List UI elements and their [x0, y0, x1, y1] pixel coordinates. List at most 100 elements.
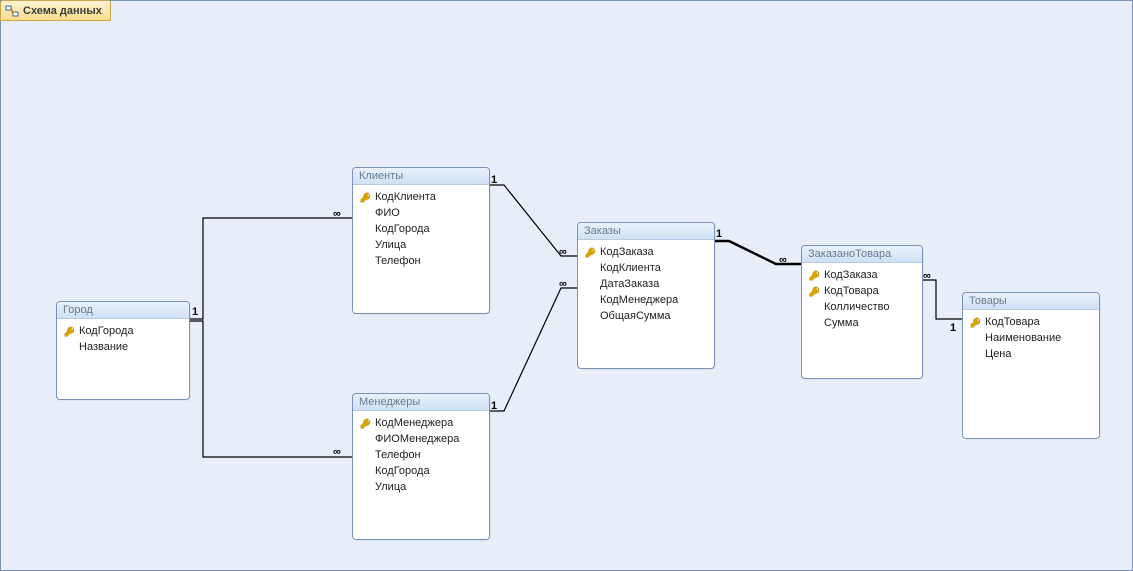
field-row[interactable]: Сумма [802, 315, 922, 331]
key-slot-empty [584, 278, 596, 290]
field-row[interactable]: Телефон [353, 447, 489, 463]
key-slot-empty [359, 433, 371, 445]
relationships-icon [5, 4, 19, 18]
table-body: КодМенеджера ФИОМенеджера Телефон КодГорода… [353, 411, 489, 539]
tab-schema[interactable]: Схема данных [0, 0, 111, 21]
primary-key-icon [359, 417, 371, 429]
field-name: Колличество [824, 300, 890, 314]
cardinality-one: 1 [192, 306, 198, 318]
field-name: ФИОМенеджера [375, 432, 459, 446]
field-row[interactable]: КодГорода [353, 463, 489, 479]
field-row[interactable]: Улица [353, 237, 489, 253]
field-name: ФИО [375, 206, 400, 220]
cardinality-many: ∞ [333, 446, 341, 458]
cardinality-many: ∞ [333, 208, 341, 220]
primary-key-icon [808, 285, 820, 297]
field-row[interactable]: КодТовара [963, 314, 1099, 330]
key-slot-empty [359, 449, 371, 461]
field-row[interactable]: Название [57, 339, 189, 355]
key-slot-empty [359, 239, 371, 251]
table-tovary[interactable]: Товары КодТовара Наименование Цена [962, 292, 1100, 439]
table-title[interactable]: Менеджеры [353, 394, 489, 411]
primary-key-icon [63, 325, 75, 337]
field-row[interactable]: КодЗаказа [802, 267, 922, 283]
cardinality-many: ∞ [559, 278, 567, 290]
table-body: КодГорода Название [57, 319, 189, 399]
field-row[interactable]: КодМенеджера [353, 415, 489, 431]
field-row[interactable]: КодКлиента [578, 260, 714, 276]
key-slot-empty [359, 465, 371, 477]
key-slot-empty [584, 310, 596, 322]
key-slot-empty [63, 341, 75, 353]
field-name: КодЗаказа [600, 245, 654, 259]
field-name: Цена [985, 347, 1011, 361]
table-title[interactable]: ЗаказаноТовара [802, 246, 922, 263]
cardinality-many: ∞ [559, 246, 567, 258]
field-row[interactable]: КодМенеджера [578, 292, 714, 308]
table-title[interactable]: Заказы [578, 223, 714, 240]
field-name: КодМенеджера [600, 293, 678, 307]
field-name: КодТовара [824, 284, 879, 298]
primary-key-icon [584, 246, 596, 258]
field-name: Телефон [375, 448, 421, 462]
field-name: КодГорода [79, 324, 134, 338]
field-row[interactable]: ОбщаяСумма [578, 308, 714, 324]
field-name: КодКлиента [600, 261, 661, 275]
table-title[interactable]: Город [57, 302, 189, 319]
key-slot-empty [808, 301, 820, 313]
field-row[interactable]: ФИОМенеджера [353, 431, 489, 447]
field-name: Название [79, 340, 128, 354]
field-row[interactable]: Наименование [963, 330, 1099, 346]
field-name: КодГорода [375, 222, 430, 236]
table-title[interactable]: Клиенты [353, 168, 489, 185]
table-body: КодТовара Наименование Цена [963, 310, 1099, 438]
key-slot-empty [808, 317, 820, 329]
table-title[interactable]: Товары [963, 293, 1099, 310]
table-gorod[interactable]: Город КодГорода Название [56, 301, 190, 400]
field-name: ОбщаяСумма [600, 309, 671, 323]
field-row[interactable]: Колличество [802, 299, 922, 315]
primary-key-icon [808, 269, 820, 281]
field-row[interactable]: ФИО [353, 205, 489, 221]
field-name: Телефон [375, 254, 421, 268]
field-row[interactable]: ДатаЗаказа [578, 276, 714, 292]
cardinality-many: ∞ [923, 270, 931, 282]
key-slot-empty [969, 332, 981, 344]
table-menedzhery[interactable]: Менеджеры КодМенеджера ФИОМенеджера Телефо… [352, 393, 490, 540]
field-row[interactable]: КодЗаказа [578, 244, 714, 260]
field-name: КодТовара [985, 315, 1040, 329]
cardinality-one: 1 [491, 174, 497, 186]
cardinality-one: 1 [950, 322, 956, 334]
key-slot-empty [359, 223, 371, 235]
table-body: КодЗаказа КодТовара Колличество Сумма [802, 263, 922, 378]
key-slot-empty [969, 348, 981, 360]
field-row[interactable]: КодТовара [802, 283, 922, 299]
table-zakazy[interactable]: Заказы КодЗаказа КодКлиента ДатаЗаказа КодМ… [577, 222, 715, 369]
relationships-canvas[interactable]: 1 ∞ ∞ 1 ∞ 1 ∞ 1 ∞ ∞ 1 Город КодГорода [1, 19, 1132, 570]
cardinality-one: 1 [491, 400, 497, 412]
field-name: КодКлиента [375, 190, 436, 204]
field-name: КодГорода [375, 464, 430, 478]
table-zakazanotovara[interactable]: ЗаказаноТовара КодЗаказа КодТовара Колличе… [801, 245, 923, 379]
primary-key-icon [359, 191, 371, 203]
field-row[interactable]: КодГорода [57, 323, 189, 339]
field-name: Улица [375, 238, 406, 252]
field-name: Наименование [985, 331, 1061, 345]
field-name: ДатаЗаказа [600, 277, 659, 291]
key-slot-empty [359, 481, 371, 493]
field-row[interactable]: Улица [353, 479, 489, 495]
field-row[interactable]: Телефон [353, 253, 489, 269]
field-row[interactable]: КодКлиента [353, 189, 489, 205]
key-slot-empty [359, 255, 371, 267]
key-slot-empty [584, 262, 596, 274]
field-name: КодЗаказа [824, 268, 878, 282]
table-klienty[interactable]: Клиенты КодКлиента ФИО КодГорода Улица Телеф… [352, 167, 490, 314]
table-body: КодЗаказа КодКлиента ДатаЗаказа КодМенеджер… [578, 240, 714, 368]
field-row[interactable]: Цена [963, 346, 1099, 362]
key-slot-empty [584, 294, 596, 306]
field-name: КодМенеджера [375, 416, 453, 430]
field-name: Сумма [824, 316, 859, 330]
key-slot-empty [359, 207, 371, 219]
field-row[interactable]: КодГорода [353, 221, 489, 237]
workspace: Схема данных 1 ∞ ∞ 1 ∞ 1 ∞ 1 ∞ ∞ [0, 0, 1133, 571]
